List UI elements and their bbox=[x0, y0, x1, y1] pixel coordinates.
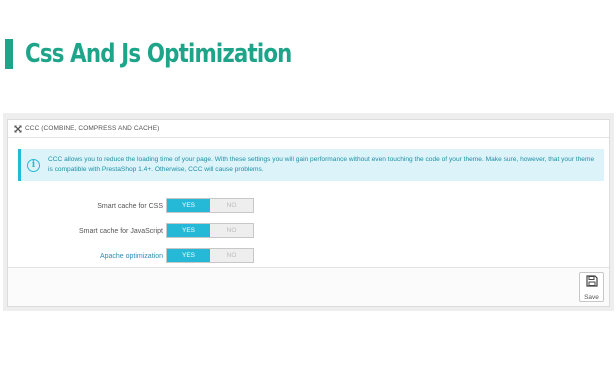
switch-yes-option[interactable]: YES bbox=[167, 224, 210, 237]
floppy-disk-icon bbox=[585, 274, 598, 292]
switch-no-option[interactable]: NO bbox=[210, 249, 253, 262]
switch-apache-optimization: YES NO bbox=[166, 248, 254, 263]
crossed-arrows-icon bbox=[14, 125, 22, 133]
panel-header-title: CCC (COMBINE, COMPRESS AND CACHE) bbox=[25, 125, 160, 132]
alert-text: CCC allows you to reduce the loading tim… bbox=[48, 156, 595, 173]
panel-wrapper: CCC (COMBINE, COMPRESS AND CACHE) i CCC … bbox=[3, 113, 614, 311]
save-button[interactable]: Save bbox=[579, 272, 604, 302]
row-apache-optimization: Apache optimization YES NO bbox=[8, 248, 609, 264]
switch-smart-cache-css: YES NO bbox=[166, 198, 254, 213]
info-icon: i bbox=[27, 158, 40, 172]
switch-smart-cache-js: YES NO bbox=[166, 223, 254, 238]
label-smart-cache-js: Smart cache for JavaScript bbox=[78, 227, 163, 235]
info-alert: i CCC allows you to reduce the loading t… bbox=[18, 149, 604, 181]
row-smart-cache-css: Smart cache for CSS YES NO bbox=[8, 198, 609, 214]
panel-header: CCC (COMBINE, COMPRESS AND CACHE) bbox=[8, 120, 609, 138]
switch-yes-option[interactable]: YES bbox=[167, 249, 210, 262]
label-apache-optimization[interactable]: Apache optimization bbox=[100, 248, 163, 264]
switch-no-option[interactable]: NO bbox=[210, 224, 253, 237]
save-button-label: Save bbox=[584, 293, 599, 301]
heading-accent-bar bbox=[5, 39, 13, 69]
row-smart-cache-js: Smart cache for JavaScript YES NO bbox=[8, 223, 609, 239]
page-heading: Css And Js Optimization bbox=[5, 38, 350, 70]
panel-footer: Save bbox=[8, 267, 609, 306]
page-title: Css And Js Optimization bbox=[25, 39, 292, 69]
label-smart-cache-css: Smart cache for CSS bbox=[97, 202, 163, 210]
switch-no-option[interactable]: NO bbox=[210, 199, 253, 212]
switch-yes-option[interactable]: YES bbox=[167, 199, 210, 212]
ccc-panel: CCC (COMBINE, COMPRESS AND CACHE) i CCC … bbox=[7, 119, 610, 307]
